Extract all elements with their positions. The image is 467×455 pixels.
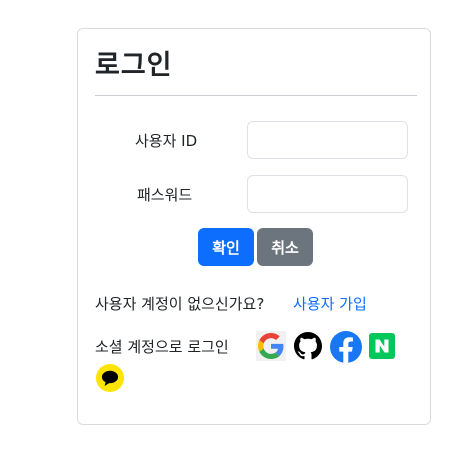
username-input[interactable] xyxy=(247,121,408,159)
kakao-icon[interactable] xyxy=(96,364,124,392)
confirm-button[interactable]: 확인 xyxy=(198,228,254,266)
social-login-label: 소셜 계정으로 로그인 xyxy=(95,338,229,356)
page-title: 로그인 xyxy=(95,50,173,81)
login-card: 로그인 사용자 ID 패스워드 확인 취소 사용자 계정이 없으신가요? 사용자… xyxy=(77,28,431,425)
github-icon[interactable] xyxy=(293,331,323,361)
naver-icon[interactable] xyxy=(369,333,395,359)
signup-link[interactable]: 사용자 가입 xyxy=(293,293,367,314)
cancel-button[interactable]: 취소 xyxy=(257,228,313,266)
facebook-icon[interactable] xyxy=(330,331,362,363)
title-divider xyxy=(95,95,417,96)
username-label: 사용자 ID xyxy=(135,132,198,150)
google-icon[interactable] xyxy=(256,331,286,361)
password-label: 패스워드 xyxy=(137,186,193,204)
no-account-text: 사용자 계정이 없으신가요? xyxy=(95,295,265,313)
password-input[interactable] xyxy=(247,175,408,213)
